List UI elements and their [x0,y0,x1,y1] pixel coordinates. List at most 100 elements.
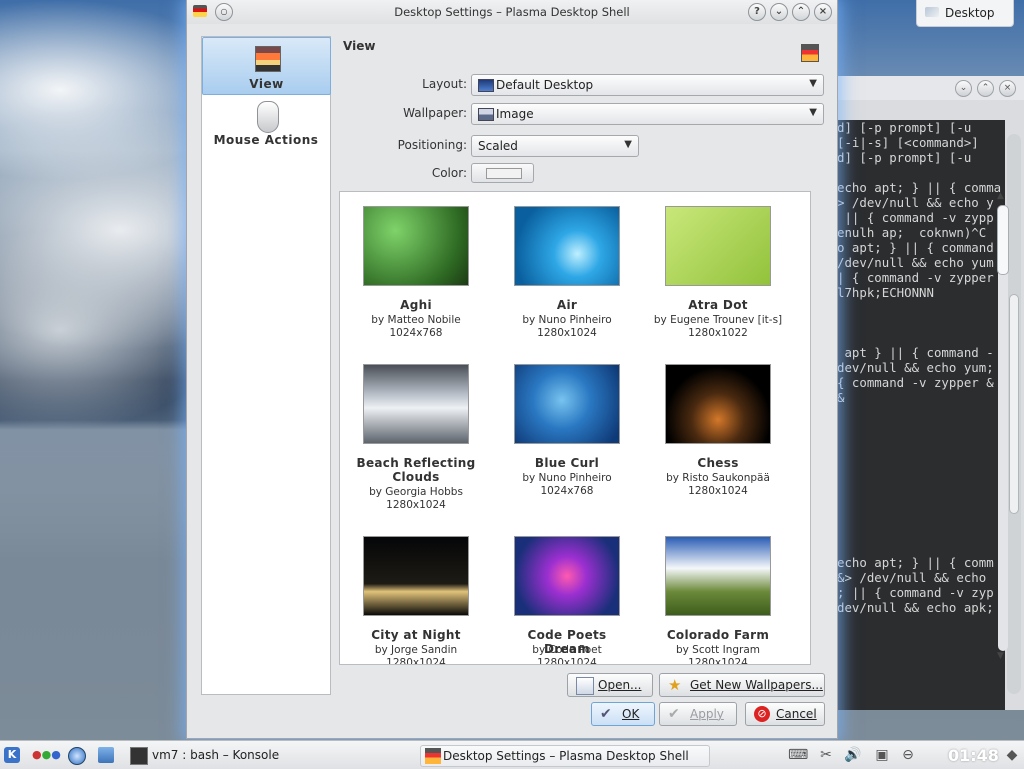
terminal-line: || { command -v zypp [837,210,994,225]
wallpaper-tile[interactable]: City at Night by Jorge Sandin 1280x1024 [341,522,491,665]
terminal-line: enulh ap; coknwn)^C [837,225,987,240]
terminal-line: dev/null && echo yum; [837,360,994,375]
desktop-icon [925,7,939,17]
task-konsole[interactable]: vm7 : bash – Konsole [130,745,410,765]
scroll-thumb[interactable] [997,205,1009,275]
settings-sidebar: View Mouse Actions [201,36,331,695]
wallpaper-scrollbar[interactable]: ▲ ▼ [995,191,1011,665]
maximize-icon[interactable]: ⌃ [792,3,810,21]
terminal-line: echo apt; } || { comm [837,555,994,570]
wallpaper-label: Wallpaper: [403,106,467,120]
wallpaper-name: City at Night [371,628,461,642]
layout-select[interactable]: Default Desktop ▼ [471,74,824,96]
sidebar-item-mouse-actions[interactable]: Mouse Actions [203,95,329,151]
desktop-button-label: Desktop [945,6,995,20]
konsole-terminal[interactable]: d] [-p prompt] [-u [-i|-s] [<command>] d] … [837,120,1005,710]
open-file-icon [576,677,594,695]
wallpaper-thumbnail [363,206,469,286]
maximize-icon[interactable]: ⌃ [977,80,994,97]
get-new-wallpapers-button[interactable]: ★ Get New Wallpapers... [659,673,825,697]
kickoff-launcher-button[interactable]: K [4,745,24,765]
wallpaper-name: Beach Reflecting Clouds [356,456,476,484]
wallpaper-size: 1280x1024 [688,657,748,665]
wallpaper-author: by Scott Ingram [675,644,761,656]
file-manager-icon [98,747,114,763]
dolphin-launcher[interactable] [98,745,118,765]
wallpaper-author: by Jorge Sandin [374,644,458,656]
checkmark-icon: ✔ [668,706,680,722]
cancel-button[interactable]: ⊘ Cancel [745,702,825,726]
taskbar: K ●●● vm7 : bash – Konsole Desktop Setti… [0,740,1024,769]
wallpaper-name: Atra Dot [688,298,748,312]
close-icon[interactable]: × [999,80,1016,97]
sidebar-item-view[interactable]: View [202,37,331,95]
wallpaper-size: 1280x1024 [537,327,597,339]
task-label: Desktop Settings – Plasma Desktop Shell [443,749,689,763]
wallpaper-tile[interactable]: Chess by Risto Saukonpää 1280x1024 [643,350,793,500]
wallpaper-tile[interactable]: Beach Reflecting Clouds by Georgia Hobbs 1… [341,350,491,511]
open-button[interactable]: Open... [567,673,653,697]
chevron-down-icon: ▼ [809,78,817,89]
wallpaper-tile[interactable]: Atra Dot by Eugene Trounev [it-s] 1280x102… [643,192,793,342]
wallpaper-thumbnail [665,364,771,444]
wallpaper-name: Blue Curl [534,456,600,470]
panel-toolbox-icon[interactable]: ◆ [1004,747,1020,763]
task-desktop-settings[interactable]: Desktop Settings – Plasma Desktop Shell [420,745,710,767]
activity-manager-button[interactable]: ●●● [32,745,61,765]
scroll-down-icon[interactable]: ▼ [997,651,1004,661]
wallpaper-tile[interactable]: Colorado Farm by Scott Ingram 1280x1024 [643,522,793,665]
wallpaper-list[interactable]: Aghi by Matteo Nobile 1024x768 Air by Nuno P… [339,191,811,665]
minimize-icon[interactable]: ⌄ [770,3,788,21]
dialog-title: Desktop Settings – Plasma Desktop Shell [394,5,630,19]
wallpaper-tile[interactable]: Aghi by Matteo Nobile 1024x768 [341,192,491,342]
scroll-up-icon[interactable]: ▲ [997,191,1004,201]
section-title: View [343,39,376,53]
color-label: Color: [431,166,467,180]
minimize-icon[interactable]: ⌄ [955,80,972,97]
desktop-toolbox-button[interactable]: Desktop [916,0,1014,27]
keyboard-icon[interactable]: ⌨ [788,747,808,763]
color-picker-button[interactable] [471,163,534,183]
wallpaper-tile[interactable]: Air by Nuno Pinheiro 1280x1024 [492,192,642,342]
apply-button[interactable]: ✔ Apply [659,702,737,726]
terminal-line: apt } || { command - [837,345,994,360]
wallpaper-thumbnail [363,536,469,616]
positioning-value: Scaled [478,139,518,153]
network-icon[interactable]: ⊖ [900,747,916,763]
konsole-titlebar[interactable]: ⌄ ⌃ × [837,76,1024,100]
wallpaper-size: 1024x768 [389,327,443,339]
wallpaper-select[interactable]: Image ▼ [471,103,824,125]
kde-menu-icon: K [4,747,20,763]
help-icon[interactable]: ? [748,3,766,21]
plasma-task-icon [425,748,441,764]
wallpaper-name: Chess [697,456,739,470]
wallpaper-size: 1280x1024 [386,657,446,665]
notifications-icon[interactable]: ▣ [874,747,890,763]
terminal-line: &> /dev/null && echo [837,570,987,585]
sidebar-item-label: View [249,77,284,91]
wallpaper-tile[interactable]: Code Poets Dream by Code Poet 1280x1024 [492,522,642,664]
close-icon[interactable]: × [814,3,832,21]
activity-icon: ●●● [32,748,61,761]
wallpaper-author: by Eugene Trounev [it-s] [653,314,783,326]
wallpaper-tile[interactable]: Blue Curl by Nuno Pinheiro 1024x768 [492,350,642,500]
konqueror-launcher[interactable] [68,745,88,765]
terminal-line: & [837,390,845,405]
dialog-titlebar[interactable]: ○ Desktop Settings – Plasma Desktop Shel… [187,0,837,24]
volume-icon[interactable]: 🔊 [844,747,861,763]
wallpaper-thumbnail [363,364,469,444]
klipper-icon[interactable]: ✂ [818,747,834,763]
ok-button[interactable]: ✔ OK [591,702,655,726]
sidebar-item-label: Mouse Actions [213,133,319,147]
terminal-line: { command -v zypper & [837,375,994,390]
digital-clock[interactable]: 01:48 [948,746,999,765]
chevron-down-icon: ▼ [624,139,632,150]
positioning-select[interactable]: Scaled ▼ [471,135,639,157]
